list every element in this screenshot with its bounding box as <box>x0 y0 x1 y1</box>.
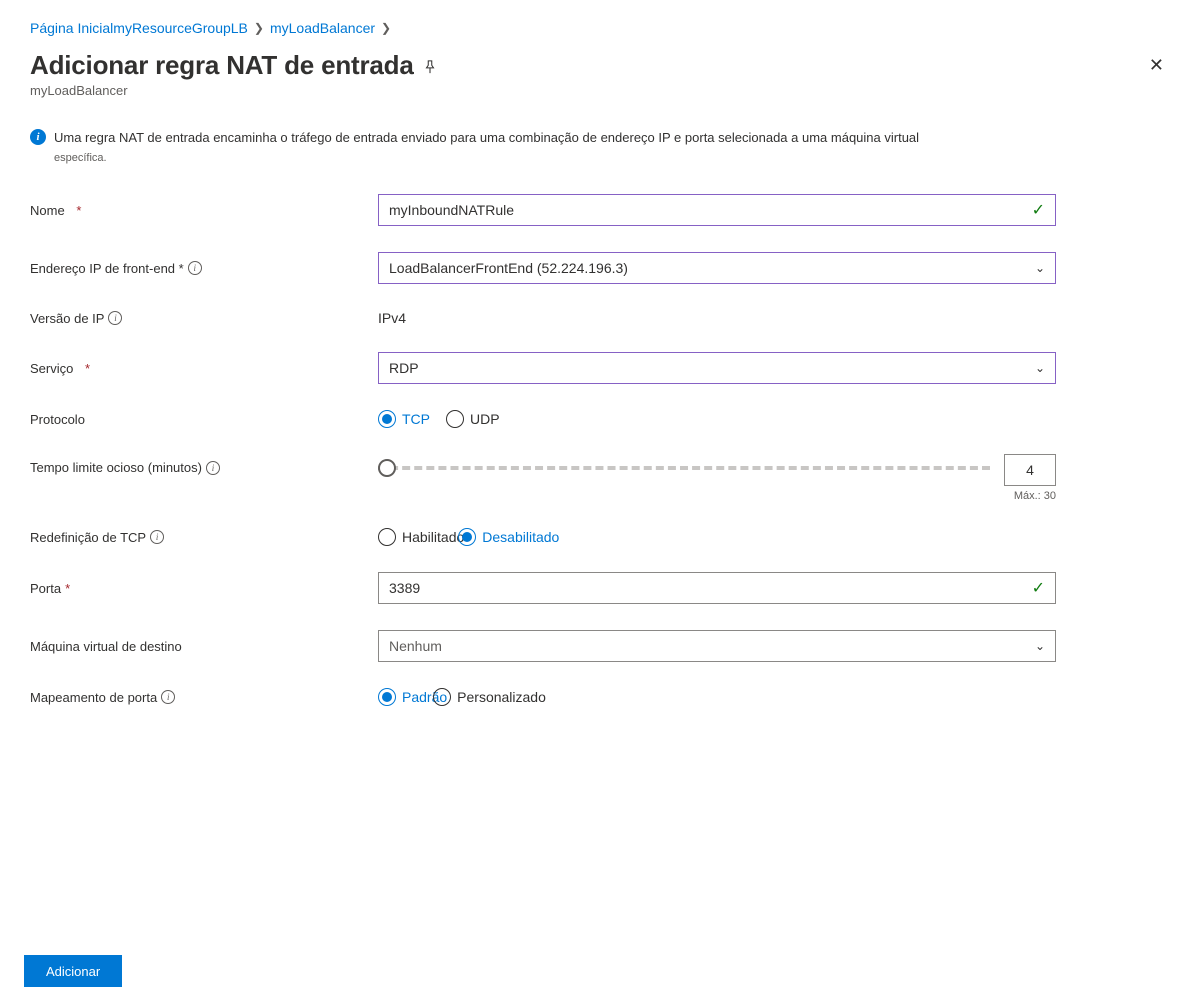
tcp-reset-disabled-radio[interactable]: Desabilitado <box>458 528 559 546</box>
idle-timeout-value[interactable]: 4 <box>1004 454 1056 486</box>
chevron-right-icon: ❯ <box>254 21 264 35</box>
idle-timeout-slider[interactable] <box>378 458 990 478</box>
breadcrumb-home[interactable]: Página Inicial <box>30 20 113 36</box>
chevron-down-icon: ⌄ <box>1035 361 1045 375</box>
slider-thumb[interactable] <box>378 459 396 477</box>
info-banner: i Uma regra NAT de entrada encaminha o t… <box>30 128 1170 166</box>
chevron-down-icon: ⌄ <box>1035 261 1045 275</box>
page-subtitle: myLoadBalancer <box>30 83 437 98</box>
service-select[interactable]: RDP ⌄ <box>378 352 1056 384</box>
protocol-label: Protocolo <box>30 412 378 427</box>
page-title: Adicionar regra NAT de entrada <box>30 50 437 81</box>
info-text: Uma regra NAT de entrada encaminha o trá… <box>54 130 919 145</box>
target-vm-select[interactable]: Nenhum ⌄ <box>378 630 1056 662</box>
close-icon[interactable]: ✕ <box>1143 50 1170 80</box>
ip-version-label: Versão de IP i <box>30 311 378 326</box>
add-button[interactable]: Adicionar <box>24 955 122 987</box>
help-icon[interactable]: i <box>150 530 164 544</box>
name-label: Nome * <box>30 203 378 218</box>
footer: Adicionar <box>0 943 1200 999</box>
frontend-ip-select[interactable]: LoadBalancerFrontEnd (52.224.196.3) ⌄ <box>378 252 1056 284</box>
breadcrumb-group[interactable]: myResourceGroupLB <box>113 20 248 36</box>
target-vm-label: Máquina virtual de destino <box>30 639 378 654</box>
help-icon[interactable]: i <box>108 311 122 325</box>
port-input[interactable]: 3389 ✓ <box>378 572 1056 604</box>
help-icon[interactable]: i <box>206 461 220 475</box>
service-label: Serviço * <box>30 361 378 376</box>
ip-version-value: IPv4 <box>378 310 406 326</box>
help-icon[interactable]: i <box>161 690 175 704</box>
check-icon: ✓ <box>1032 200 1045 220</box>
frontend-ip-label: Endereço IP de front-end * i <box>30 261 378 276</box>
protocol-udp-radio[interactable]: UDP <box>446 410 500 428</box>
pin-icon[interactable] <box>423 60 437 74</box>
tcp-reset-label: Redefinição de TCP i <box>30 530 378 545</box>
port-mapping-custom-radio[interactable]: Personalizado <box>433 688 546 706</box>
name-input[interactable]: myInboundNATRule ✓ <box>378 194 1056 226</box>
info-icon: i <box>30 129 46 145</box>
info-subtext: específica. <box>54 150 1170 167</box>
port-label: Porta* <box>30 581 378 596</box>
tcp-reset-enabled-radio[interactable]: Habilitado <box>378 528 464 546</box>
protocol-tcp-radio[interactable]: TCP <box>378 410 430 428</box>
breadcrumb-resource[interactable]: myLoadBalancer <box>270 20 375 36</box>
idle-timeout-label: Tempo limite ocioso (minutos) i <box>30 454 378 475</box>
idle-timeout-max: Máx.: 30 <box>1014 490 1056 502</box>
check-icon: ✓ <box>1032 578 1045 598</box>
breadcrumb: Página Inicial myResourceGroupLB ❯ myLoa… <box>30 20 1170 36</box>
port-mapping-label: Mapeamento de porta i <box>30 690 378 705</box>
help-icon[interactable]: i <box>188 261 202 275</box>
chevron-right-icon: ❯ <box>381 21 391 35</box>
chevron-down-icon: ⌄ <box>1035 639 1045 653</box>
